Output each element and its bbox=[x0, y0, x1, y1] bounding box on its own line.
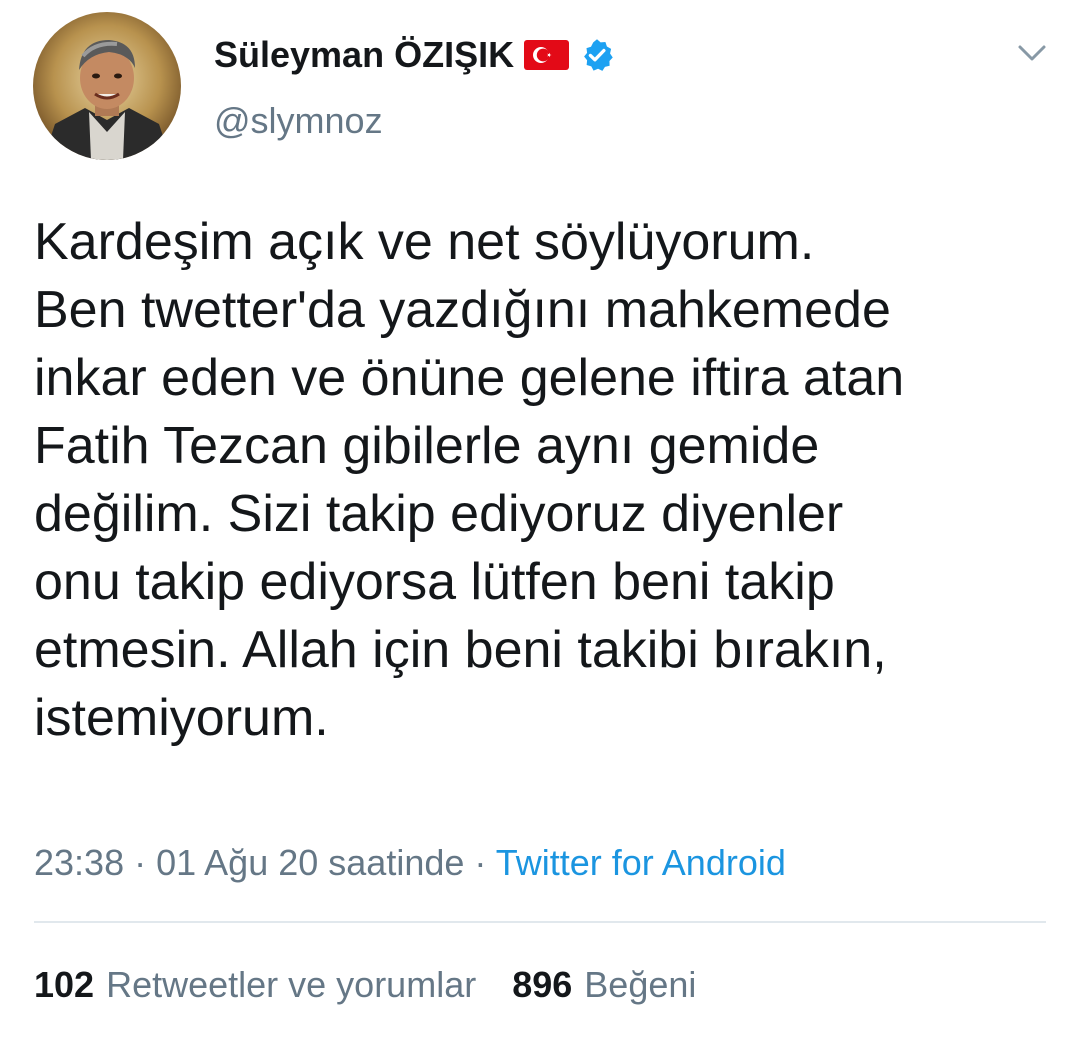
verified-badge-icon bbox=[579, 37, 615, 73]
tweet-source-link[interactable]: Twitter for Android bbox=[496, 842, 786, 883]
tweet-time[interactable]: 23:38 bbox=[34, 842, 124, 883]
chevron-down-icon[interactable] bbox=[1014, 38, 1050, 68]
likes-label: Beğeni bbox=[584, 964, 697, 1005]
avatar[interactable] bbox=[33, 12, 181, 160]
retweets-stat[interactable]: 102 Retweetler ve yorumlar bbox=[34, 962, 476, 1008]
tweet-detail: Süleyman ÖZIŞIK @slymnoz Kardeşim açık v… bbox=[0, 0, 1080, 1038]
display-name[interactable]: Süleyman ÖZIŞIK bbox=[214, 34, 514, 76]
meta-separator: · bbox=[474, 842, 496, 883]
tweet-stats: 102 Retweetler ve yorumlar 896 Beğeni bbox=[34, 962, 696, 1008]
tweet-date[interactable]: 01 Ağu 20 saatinde bbox=[156, 842, 464, 883]
likes-count: 896 bbox=[512, 964, 573, 1005]
tweet-text: Kardeşim açık ve net söylüyorum. Ben twe… bbox=[34, 213, 905, 747]
meta-separator: · bbox=[134, 842, 157, 883]
divider bbox=[34, 921, 1046, 923]
retweets-label: Retweetler ve yorumlar bbox=[106, 964, 477, 1005]
user-name-row: Süleyman ÖZIŞIK bbox=[214, 30, 615, 80]
turkish-flag-icon bbox=[524, 40, 570, 70]
user-handle[interactable]: @slymnoz bbox=[214, 100, 383, 142]
retweets-count: 102 bbox=[34, 964, 95, 1005]
likes-stat[interactable]: 896 Beğeni bbox=[512, 962, 696, 1008]
avatar-image bbox=[33, 12, 181, 160]
tweet-timestamp-row: 23:38 · 01 Ağu 20 saatinde · Twitter for… bbox=[34, 840, 786, 886]
